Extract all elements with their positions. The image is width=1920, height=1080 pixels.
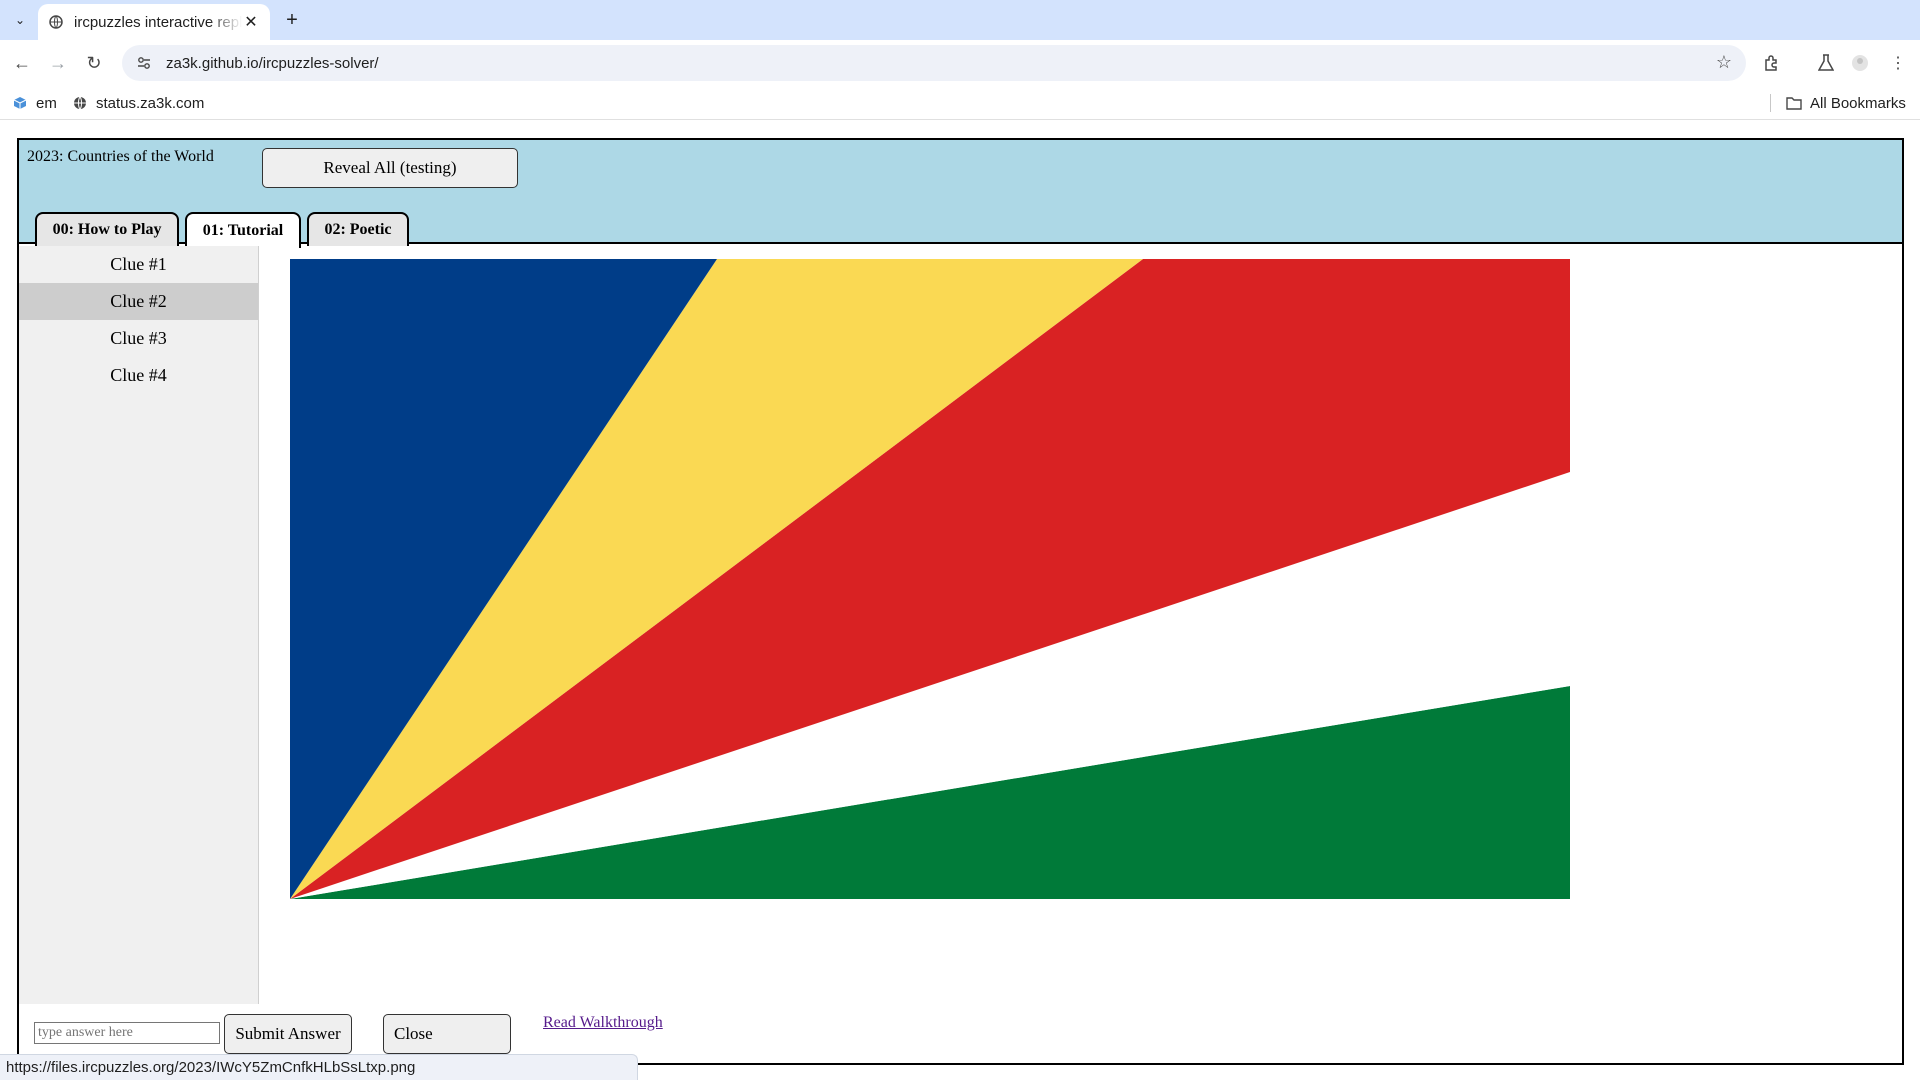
- globe-icon: [48, 14, 64, 30]
- browser-tabstrip: ⌄ ircpuzzles interactive replay ✕ +: [0, 0, 1920, 40]
- back-arrow-icon[interactable]: ←: [10, 51, 34, 75]
- close-button[interactable]: Close: [383, 1014, 511, 1054]
- browser-tab-title: ircpuzzles interactive replay: [74, 13, 242, 31]
- address-bar[interactable]: za3k.github.io/ircpuzzles-solver/ ☆: [122, 45, 1746, 81]
- submit-answer-button[interactable]: Submit Answer: [224, 1014, 352, 1054]
- close-tab-icon[interactable]: ✕: [242, 13, 260, 31]
- all-bookmarks-label: All Bookmarks: [1810, 94, 1906, 112]
- labs-flask-icon[interactable]: [1814, 51, 1838, 75]
- read-walkthrough-link[interactable]: Read Walkthrough: [543, 1014, 663, 1032]
- answer-row: Submit Answer Close Read Walkthrough: [19, 1002, 1902, 1062]
- all-bookmarks-button[interactable]: All Bookmarks: [1786, 92, 1906, 114]
- status-bar-link-preview: https://files.ircpuzzles.org/2023/IWcY5Z…: [0, 1054, 638, 1080]
- globe-icon: [72, 95, 88, 111]
- extensions-puzzle-icon[interactable]: [1760, 51, 1784, 75]
- clue-item-4[interactable]: Clue #4: [19, 357, 258, 394]
- folder-icon: [1786, 95, 1802, 111]
- clue-item-2[interactable]: Clue #2: [19, 283, 258, 320]
- bookmark-label: em: [36, 94, 57, 112]
- browser-tab-active[interactable]: ircpuzzles interactive replay ✕: [38, 4, 270, 40]
- tab-how-to-play[interactable]: 00: How to Play: [35, 212, 179, 246]
- bookmarks-bar: em status.za3k.com All Bookmarks: [0, 86, 1920, 120]
- tab-search-chevron-icon[interactable]: ⌄: [8, 8, 32, 32]
- puzzle-app: 2023: Countries of the World Reveal All …: [17, 138, 1904, 1065]
- reload-icon[interactable]: ↻: [82, 51, 106, 75]
- url-text: za3k.github.io/ircpuzzles-solver/: [166, 54, 379, 72]
- clue-item-3[interactable]: Clue #3: [19, 320, 258, 357]
- clue-sidebar: Clue #1 Clue #2 Clue #3 Clue #4: [19, 246, 259, 1004]
- bookmark-em[interactable]: em: [12, 92, 57, 114]
- browser-toolbar: ← → ↻ za3k.github.io/ircpuzzles-solver/ …: [0, 40, 1920, 86]
- app-header: 2023: Countries of the World Reveal All …: [19, 140, 1902, 248]
- bookmarks-divider: [1770, 94, 1771, 112]
- clue-image: [290, 259, 1570, 899]
- site-settings-icon[interactable]: [134, 53, 154, 73]
- bookmark-label: status.za3k.com: [96, 94, 205, 112]
- bookmark-star-icon[interactable]: ☆: [1716, 52, 1732, 73]
- new-tab-plus-icon[interactable]: +: [280, 8, 304, 32]
- forward-arrow-icon[interactable]: →: [46, 51, 70, 75]
- reveal-all-button[interactable]: Reveal All (testing): [262, 148, 518, 188]
- cube-icon: [12, 95, 28, 111]
- answer-input[interactable]: [34, 1022, 220, 1044]
- profile-avatar-icon[interactable]: [1848, 51, 1872, 75]
- tab-tutorial[interactable]: 01: Tutorial: [185, 212, 301, 248]
- bookmark-status[interactable]: status.za3k.com: [72, 92, 204, 114]
- menu-kebab-icon[interactable]: ⋮: [1886, 51, 1910, 75]
- clue-item-1[interactable]: Clue #1: [19, 246, 258, 283]
- tab-poetic[interactable]: 02: Poetic: [307, 212, 409, 246]
- puzzle-title: 2023: Countries of the World: [27, 148, 214, 165]
